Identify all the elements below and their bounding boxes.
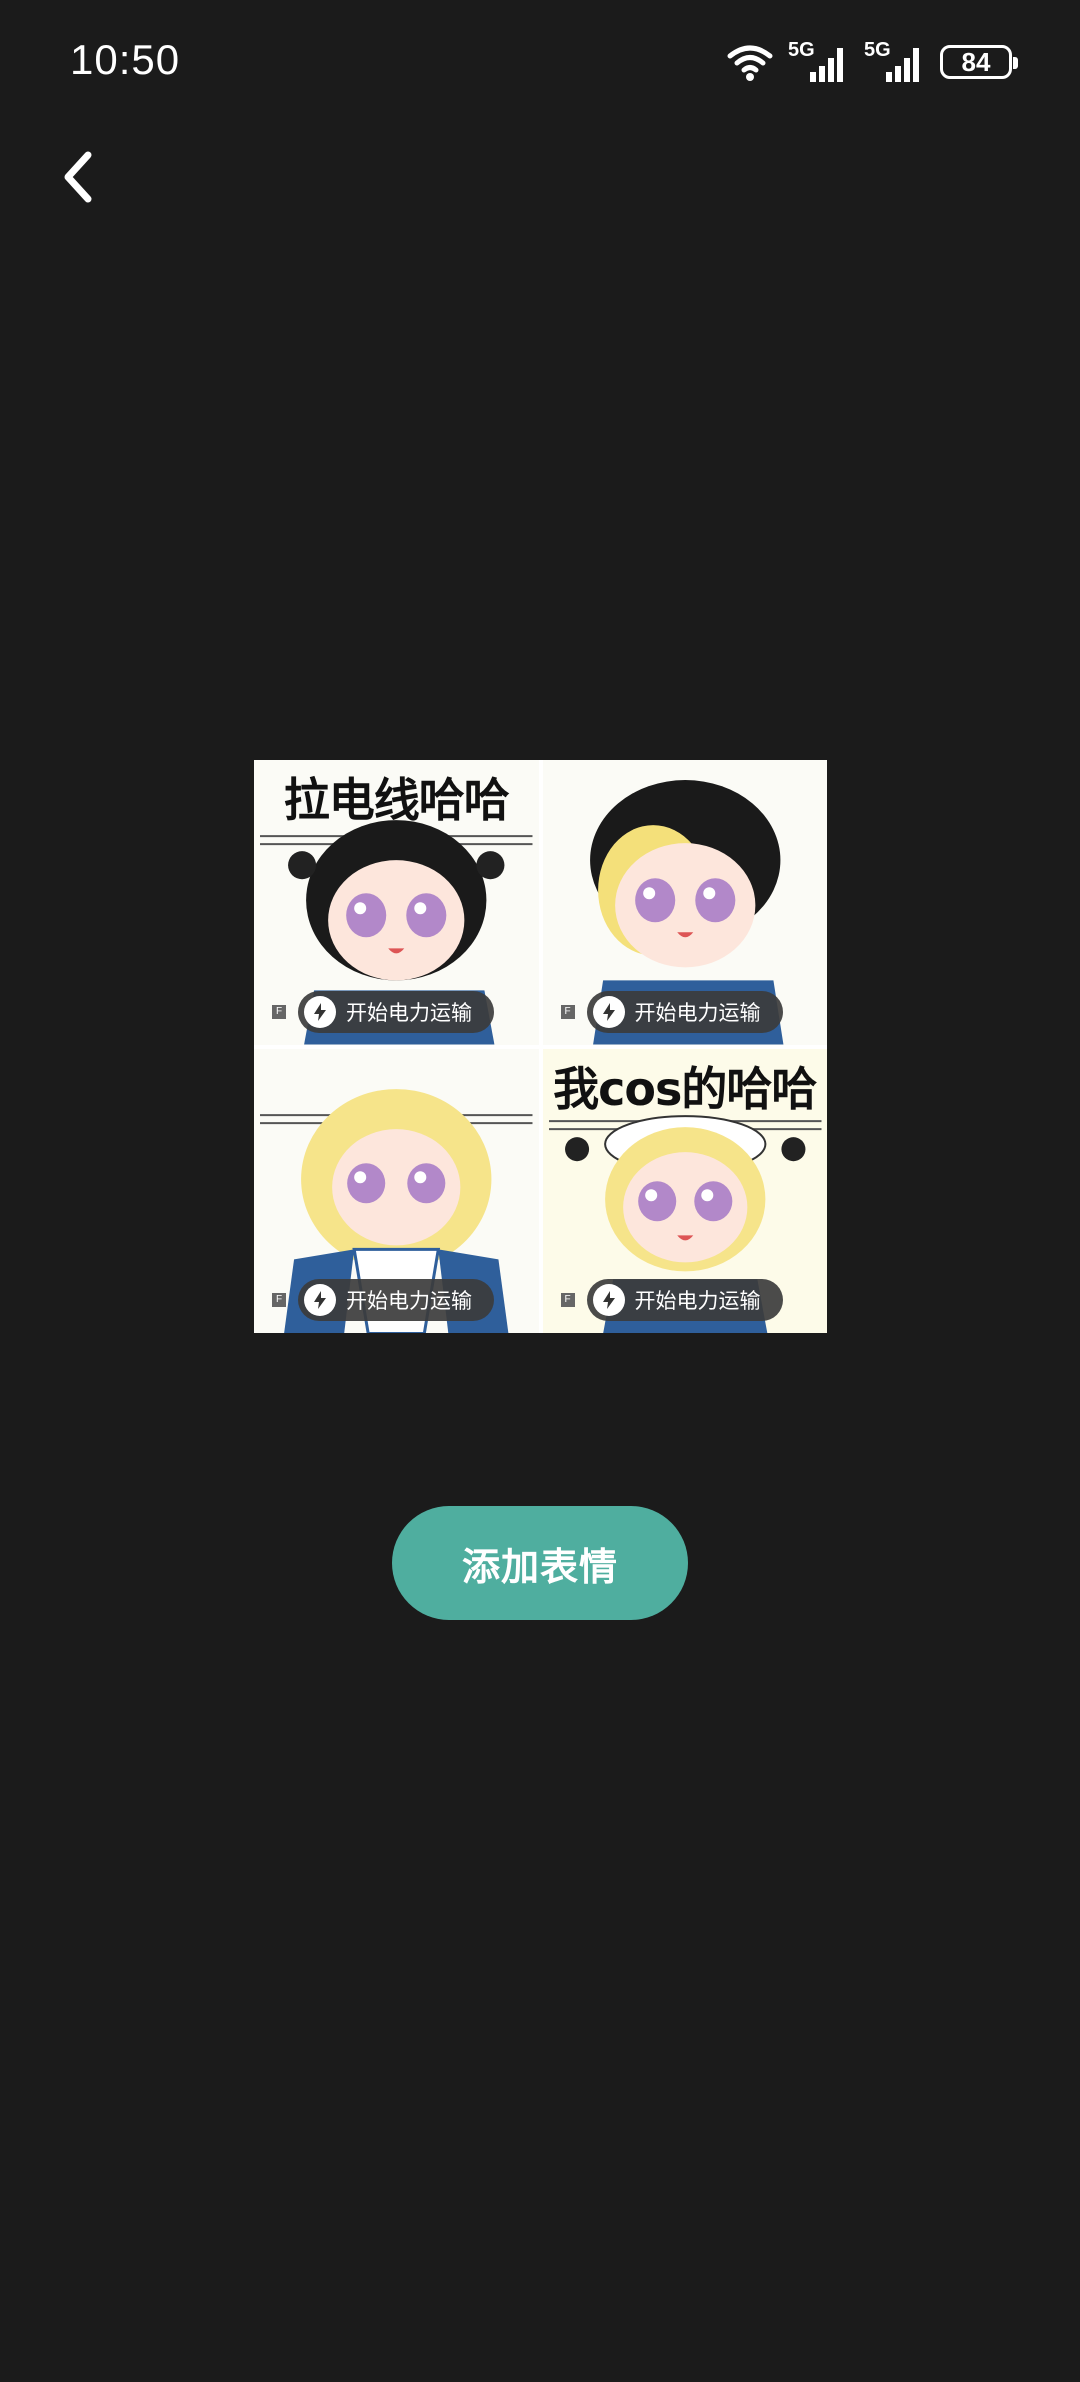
sticker-preview-grid[interactable]: 拉电线哈哈 F 开始电力运输 F 开始电力运输 F 开始电力运输 我cos的哈哈…	[254, 760, 827, 1333]
status-icons: 5G 5G 84	[726, 40, 1018, 84]
sticker-label-text: 开始电力运输	[346, 1289, 472, 1313]
sticker-label-pill: 开始电力运输	[586, 1279, 783, 1321]
source-badge: F	[560, 1004, 575, 1019]
lightning-icon	[304, 1284, 336, 1316]
source-badge: F	[272, 1293, 286, 1307]
sticker-caption: 我cos的哈哈	[553, 1061, 817, 1116]
battery-level: 84	[961, 46, 991, 77]
sticker-tile[interactable]: F 开始电力运输	[542, 760, 827, 1045]
sticker-tile[interactable]: F 开始电力运输	[254, 1048, 539, 1333]
sticker-label-text: 开始电力运输	[634, 1000, 761, 1025]
source-badge: F	[272, 1004, 286, 1019]
status-time: 10:50	[70, 36, 181, 83]
sticker-tile[interactable]: 我cos的哈哈 F 开始电力运输	[542, 1048, 827, 1333]
chevron-left-icon	[64, 151, 92, 203]
sticker-label-pill: 开始电力运输	[298, 990, 494, 1033]
sticker-label-text: 开始电力运输	[634, 1289, 761, 1313]
source-badge: F	[560, 1293, 575, 1307]
signal-icon: 5G	[788, 40, 850, 84]
signal-icon: 5G	[864, 40, 926, 84]
sticker-label-pill: 开始电力运输	[586, 990, 783, 1033]
sticker-label-text: 开始电力运输	[346, 1000, 472, 1025]
lightning-icon	[304, 995, 336, 1028]
sticker-caption: 拉电线哈哈	[283, 773, 510, 827]
lightning-icon	[592, 995, 625, 1028]
wifi-icon	[726, 42, 774, 82]
sticker-label-pill: 开始电力运输	[298, 1279, 494, 1321]
back-button[interactable]	[48, 142, 108, 212]
battery-icon: 84	[940, 45, 1018, 79]
lightning-icon	[592, 1284, 625, 1316]
add-sticker-button[interactable]: 添加表情	[392, 1506, 688, 1620]
sticker-tile[interactable]: 拉电线哈哈 F 开始电力运输	[254, 760, 539, 1045]
